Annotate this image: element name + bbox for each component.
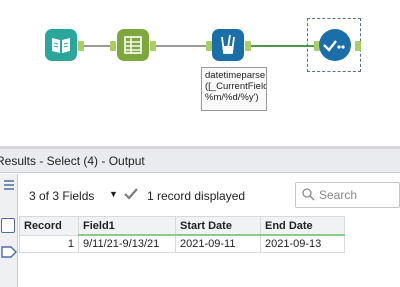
end-date-cell[interactable]: 2021-09-13: [260, 234, 345, 253]
results-panel: Results - Select (4) - Output 3 of 3 Fie…: [0, 149, 400, 287]
connector-2-3: [152, 45, 210, 47]
chevron-down-icon[interactable]: ▼: [109, 189, 118, 199]
search-icon: [302, 188, 315, 201]
select-check-icon: [323, 40, 345, 52]
table-row[interactable]: 1 9/11/21-9/13/21 2021-09-11 2021-09-13: [19, 234, 345, 253]
search-placeholder: Search: [319, 188, 358, 202]
records-displayed-label: 1 record displayed: [147, 189, 246, 203]
search-input[interactable]: Search: [295, 182, 400, 208]
fields-selector[interactable]: 3 of 3 Fields: [29, 189, 94, 203]
table-header-row: Record Field1 Start Date End Date: [19, 216, 345, 236]
formula-tool[interactable]: [212, 29, 244, 61]
side-button-meta[interactable]: [1, 218, 15, 233]
record-number-cell[interactable]: 1: [19, 234, 79, 253]
column-header-field1[interactable]: Field1: [78, 216, 176, 236]
formula-annotation[interactable]: datetimeparse ([_CurrentField_],' %m/%d/…: [201, 67, 267, 111]
output-port[interactable]: [78, 41, 84, 51]
book-icon: [52, 38, 70, 53]
column-header-start-date[interactable]: Start Date: [175, 216, 261, 236]
formula-icon: [221, 34, 235, 54]
column-header-end-date[interactable]: End Date: [260, 216, 345, 236]
check-icon[interactable]: [123, 186, 139, 202]
input-port[interactable]: [110, 41, 116, 51]
output-port[interactable]: [150, 41, 156, 51]
output-port[interactable]: [355, 41, 361, 51]
field1-cell[interactable]: 9/11/21-9/13/21: [78, 234, 176, 253]
tag-icon[interactable]: [1, 244, 17, 260]
text-to-columns-icon: [124, 36, 142, 54]
select-tool[interactable]: [319, 29, 351, 61]
start-date-cell[interactable]: 2021-09-11: [175, 234, 261, 253]
output-port[interactable]: [245, 41, 251, 51]
results-side-bar: [0, 174, 18, 287]
connector-1-2: [80, 45, 114, 47]
text-to-columns-tool[interactable]: [117, 29, 149, 61]
input-data-tool[interactable]: [45, 29, 77, 61]
results-title: Results - Select (4) - Output: [0, 149, 400, 173]
results-table: Record Field1 Start Date End Date 1 9/11…: [19, 216, 345, 253]
list-icon[interactable]: [2, 178, 16, 192]
workflow-canvas[interactable]: datetimeparse ([_CurrentField_],' %m/%d/…: [0, 0, 400, 135]
column-header-record[interactable]: Record: [19, 216, 79, 236]
canvas-bottom-space: [0, 135, 400, 146]
